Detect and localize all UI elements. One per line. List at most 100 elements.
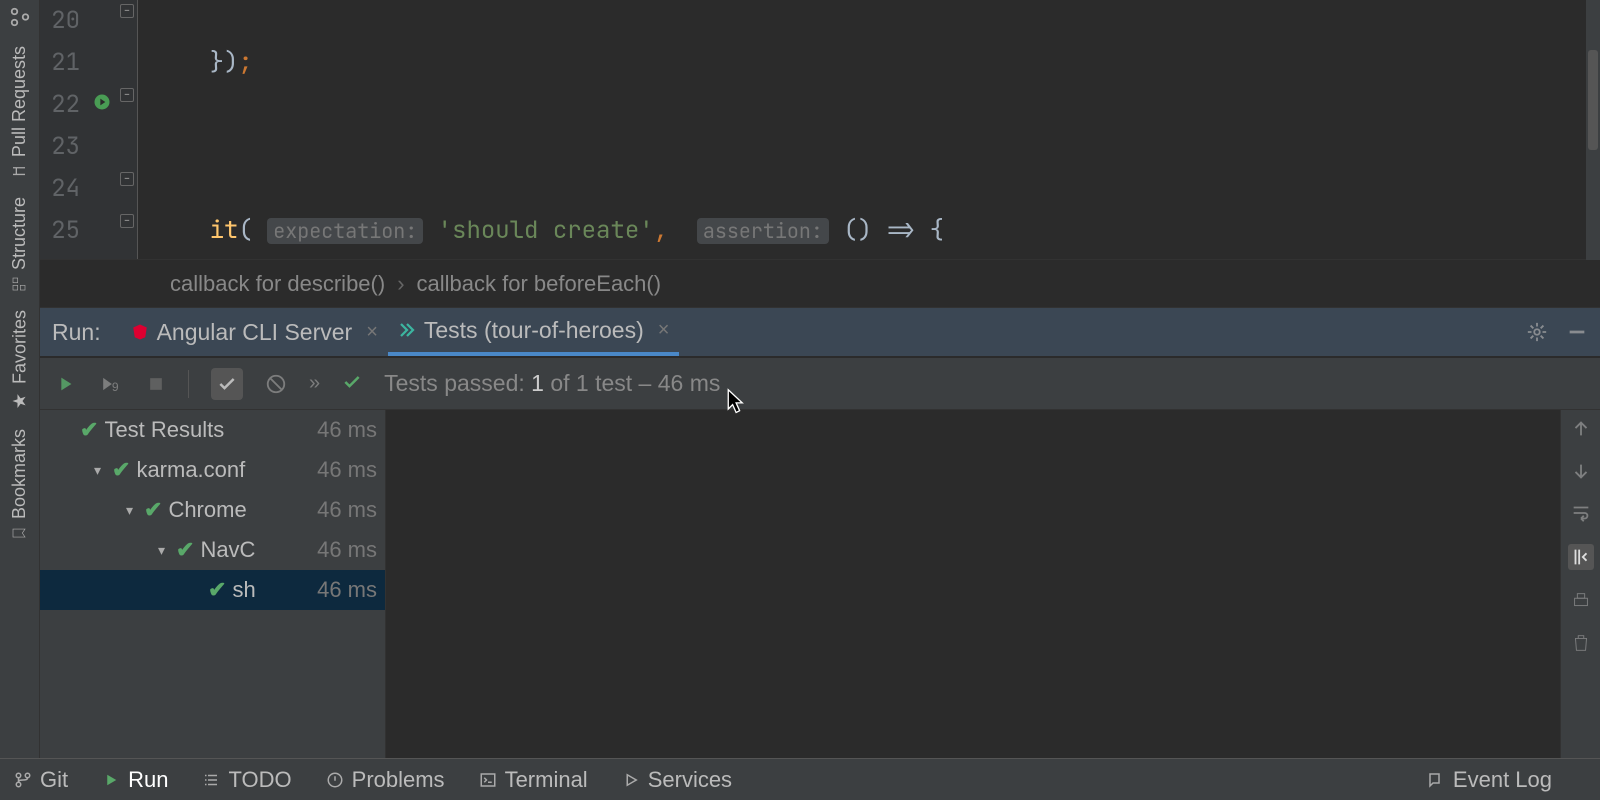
terminal-icon xyxy=(479,771,497,789)
rerun-failed-button[interactable]: 9 xyxy=(98,373,124,395)
merge-icon[interactable] xyxy=(9,6,31,28)
sidebar-item-pullrequests[interactable]: Pull Requests xyxy=(9,46,30,179)
run-test-icon[interactable] xyxy=(92,84,112,126)
show-ignored-button[interactable] xyxy=(265,373,287,395)
check-icon: ✔ xyxy=(208,577,226,603)
down-icon[interactable] xyxy=(1570,460,1592,482)
tree-time: 46 ms xyxy=(317,497,385,523)
trash-icon[interactable] xyxy=(1570,632,1592,654)
tree-time: 46 ms xyxy=(317,537,385,563)
statusbar-label: Problems xyxy=(352,767,445,793)
chevron-down-icon[interactable]: ▾ xyxy=(158,542,176,559)
svg-text:9: 9 xyxy=(112,379,119,393)
breadcrumbs[interactable]: callback for describe() › callback for b… xyxy=(40,260,1600,308)
gutter-run[interactable] xyxy=(88,0,118,259)
tree-row[interactable]: ✔sh46 ms xyxy=(40,570,385,610)
sidebar-label: Structure xyxy=(9,197,30,270)
tree-label: Chrome xyxy=(168,497,317,523)
statusbar-git[interactable]: Git xyxy=(14,767,68,793)
chevron-right-icon: › xyxy=(397,271,404,297)
run-tab-label: Angular CLI Server xyxy=(157,319,353,346)
statusbar-label: Event Log xyxy=(1453,767,1552,793)
close-icon[interactable]: × xyxy=(366,321,378,344)
run-tab-label: Tests (tour-of-heroes) xyxy=(424,317,644,344)
check-icon: ✔ xyxy=(176,537,194,563)
statusbar-eventlog[interactable]: Event Log xyxy=(1427,767,1552,793)
sidebar-label: Bookmarks xyxy=(9,429,30,519)
param-hint: assertion: xyxy=(697,218,829,244)
tree-row[interactable]: ▾✔karma.conf46 ms xyxy=(40,450,385,490)
close-icon[interactable]: × xyxy=(658,319,670,342)
tree-label: NavC xyxy=(200,537,317,563)
statusbar-label: Git xyxy=(40,767,68,793)
fold-end-icon[interactable]: − xyxy=(120,4,134,18)
gutter-linenumbers: 20 21 22 23 24 25 xyxy=(40,0,88,259)
sidebar-item-bookmarks[interactable]: Bookmarks xyxy=(9,429,30,541)
editor[interactable]: 20 21 22 23 24 25 − − − − }); it( expect… xyxy=(40,0,1600,260)
tree-label: Test Results xyxy=(104,417,317,443)
statusbar-label: TODO xyxy=(228,767,291,793)
tree-time: 46 ms xyxy=(317,577,385,603)
sidebar-label: Favorites xyxy=(9,310,30,384)
tree-row[interactable]: ✔Test Results46 ms xyxy=(40,410,385,450)
breadcrumb-item[interactable]: callback for describe() xyxy=(170,271,385,297)
statusbar-terminal[interactable]: Terminal xyxy=(479,767,588,793)
gear-icon[interactable] xyxy=(1526,321,1548,343)
run-tab-tests[interactable]: Tests (tour-of-heroes) × xyxy=(388,308,680,356)
check-icon: ✔ xyxy=(112,457,130,483)
tree-time: 46 ms xyxy=(317,417,385,443)
code-area[interactable]: }); it( expectation: 'should create', as… xyxy=(138,0,1600,259)
sidebar-item-structure[interactable]: Structure xyxy=(9,197,30,292)
tree-row[interactable]: ▾✔Chrome46 ms xyxy=(40,490,385,530)
statusbar: Git Run TODO Problems Terminal Services … xyxy=(0,758,1600,800)
chevron-down-icon[interactable]: ▾ xyxy=(126,502,144,519)
rerun-button[interactable] xyxy=(54,373,76,395)
statusbar-label: Run xyxy=(128,767,168,793)
editor-scrollbar[interactable] xyxy=(1586,0,1600,260)
show-passed-button[interactable] xyxy=(211,368,243,400)
run-tab-angular[interactable]: Angular CLI Server × xyxy=(121,308,388,356)
fold-end-icon[interactable]: − xyxy=(120,214,134,228)
statusbar-run[interactable]: Run xyxy=(102,767,168,793)
stop-button[interactable] xyxy=(146,374,166,394)
statusbar-label: Services xyxy=(648,767,732,793)
tree-label: karma.conf xyxy=(136,457,317,483)
statusbar-services[interactable]: Services xyxy=(622,767,732,793)
test-tree[interactable]: ✔Test Results46 ms▾✔karma.conf46 ms▾✔Chr… xyxy=(40,410,386,786)
run-toolwindow-header: Run: Angular CLI Server × Tests (tour-of… xyxy=(40,308,1600,358)
fold-start-icon[interactable]: − xyxy=(120,88,134,102)
print-icon[interactable] xyxy=(1570,590,1592,612)
breadcrumb-item[interactable]: callback for beforeEach() xyxy=(417,271,662,297)
angular-icon xyxy=(131,323,149,341)
tree-label: sh xyxy=(232,577,317,603)
play-icon xyxy=(102,771,120,789)
test-output[interactable] xyxy=(386,410,1560,786)
right-toolbar xyxy=(1560,410,1600,786)
check-icon: ✔ xyxy=(80,417,98,443)
check-icon: ✔ xyxy=(144,497,162,523)
statusbar-todo[interactable]: TODO xyxy=(202,767,291,793)
branch-icon xyxy=(14,771,32,789)
list-icon xyxy=(202,771,220,789)
services-icon xyxy=(622,771,640,789)
statusbar-problems[interactable]: Problems xyxy=(326,767,445,793)
param-hint: expectation: xyxy=(267,218,423,244)
chevron-down-icon[interactable]: ▾ xyxy=(94,462,112,479)
minimize-icon[interactable] xyxy=(1566,321,1588,343)
softwrap-icon[interactable] xyxy=(1570,502,1592,524)
run-toolbar: 9 » Tests passed: 1 of 1 test – 46 ms xyxy=(40,358,1600,410)
gutter-fold[interactable]: − − − − xyxy=(118,0,138,259)
scroll-to-end-icon[interactable] xyxy=(1568,544,1594,570)
up-icon[interactable] xyxy=(1570,418,1592,440)
eventlog-icon xyxy=(1427,771,1445,789)
warn-icon xyxy=(326,771,344,789)
sidebar-label: Pull Requests xyxy=(9,46,30,157)
more-button[interactable]: » xyxy=(309,372,320,395)
statusbar-label: Terminal xyxy=(505,767,588,793)
fold-end-icon[interactable]: − xyxy=(120,172,134,186)
run-label: Run: xyxy=(52,319,101,346)
sidebar-item-favorites[interactable]: ★ Favorites xyxy=(9,310,31,411)
check-icon xyxy=(342,372,362,395)
tree-row[interactable]: ▾✔NavC46 ms xyxy=(40,530,385,570)
tree-time: 46 ms xyxy=(317,457,385,483)
